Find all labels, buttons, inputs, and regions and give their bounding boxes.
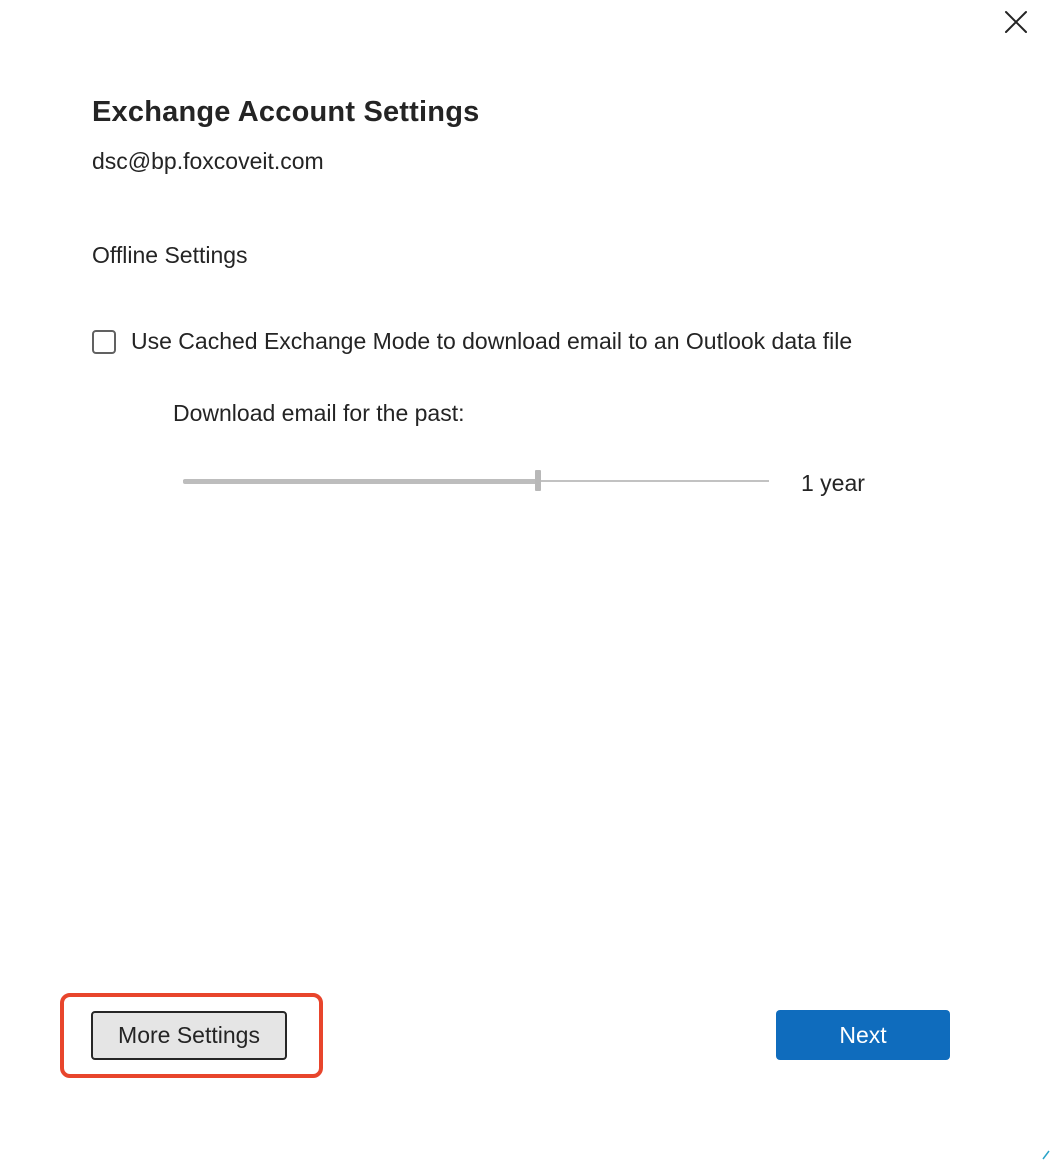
corner-resize-icon [1042,1150,1050,1160]
cached-mode-label: Use Cached Exchange Mode to download ema… [131,328,853,354]
slider-thumb[interactable] [535,470,541,491]
offline-settings-heading: Offline Settings [92,242,248,268]
slider-fill [183,479,538,484]
download-period-value: 1 year [801,470,865,496]
next-button[interactable]: Next [776,1010,950,1060]
dialog-title: Exchange Account Settings [92,96,480,128]
download-period-label: Download email for the past: [173,400,465,426]
cached-mode-checkbox[interactable] [92,329,116,354]
cached-mode-checkbox-row[interactable]: Use Cached Exchange Mode to download ema… [92,328,852,355]
more-settings-button[interactable]: More Settings [91,1011,287,1060]
account-email: dsc@bp.foxcoveit.com [92,148,324,174]
exchange-account-settings-dialog: Exchange Account Settings dsc@bp.foxcove… [0,0,1050,1160]
download-period-slider[interactable] [183,470,769,492]
close-button[interactable] [996,4,1036,40]
close-icon [1005,11,1027,33]
